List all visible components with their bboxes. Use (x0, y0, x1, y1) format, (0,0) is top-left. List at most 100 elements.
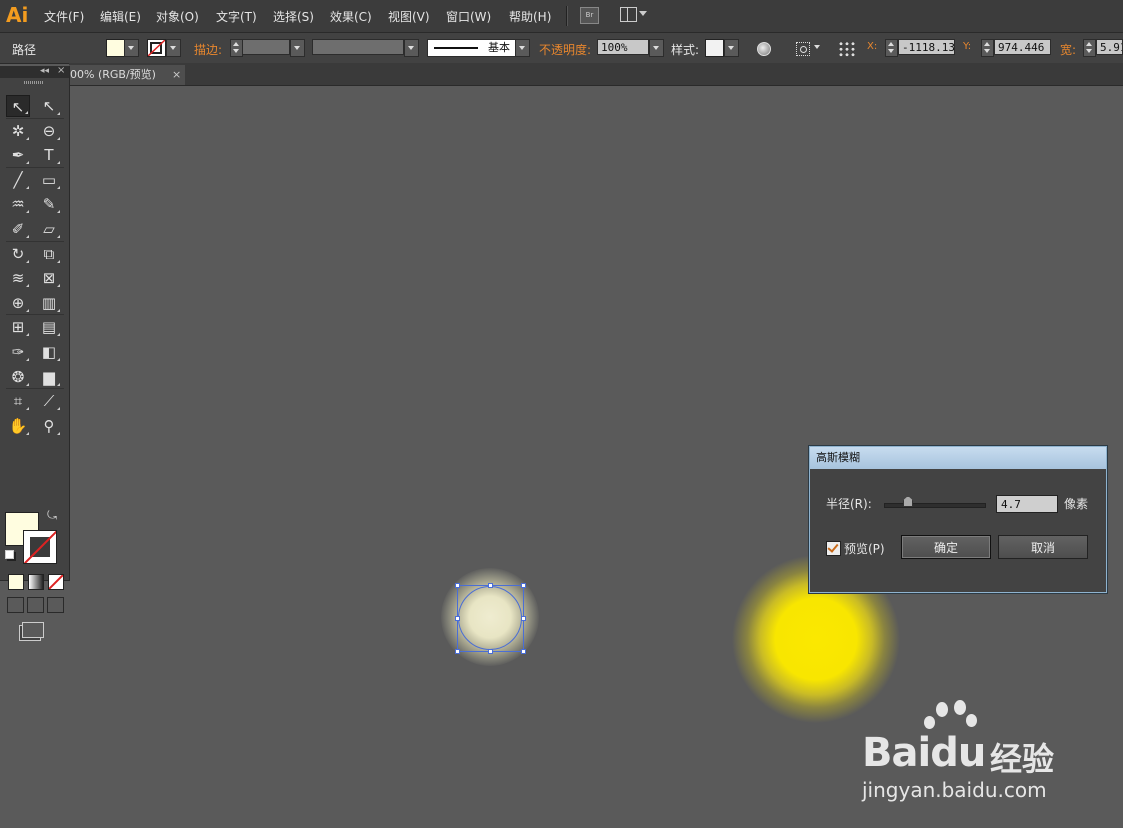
type-tool[interactable]: T (37, 144, 61, 166)
selection-bounding-box[interactable] (457, 585, 524, 652)
radius-slider-track[interactable] (884, 503, 986, 508)
close-icon[interactable]: × (172, 65, 181, 85)
resize-handle-bottom-left[interactable] (455, 649, 460, 654)
menu-window[interactable]: 窗口(W) (446, 8, 491, 25)
brush-definition-field[interactable]: 基本 (427, 39, 517, 57)
dialog-title-bar[interactable]: 高斯模糊 (810, 447, 1106, 469)
blob-brush-tool[interactable]: ✐ (6, 218, 30, 240)
close-icon[interactable]: × (57, 65, 65, 76)
opacity-dropdown[interactable] (649, 39, 664, 57)
recolor-artwork-icon[interactable] (757, 42, 771, 56)
selection-tool[interactable]: ↖ (6, 95, 30, 117)
ok-button[interactable]: 确定 (901, 535, 991, 559)
menu-view[interactable]: 视图(V) (388, 8, 430, 25)
stroke-color-swatch[interactable] (23, 530, 57, 564)
swap-fill-stroke-icon[interactable]: ⤿ (47, 508, 57, 523)
screen-mode-icon[interactable] (22, 622, 44, 638)
arrange-documents-button[interactable] (620, 7, 648, 22)
mesh-tool[interactable]: ⊞ (6, 316, 30, 338)
stroke-weight-dropdown[interactable] (290, 39, 305, 57)
free-transform-tool[interactable]: ⊠ (37, 267, 61, 289)
scale-tool[interactable]: ⧉ (37, 243, 61, 265)
column-graph-tool[interactable]: ▆ (37, 366, 61, 388)
width-spinner[interactable] (1083, 39, 1096, 57)
pencil-icon: ✎ (42, 195, 56, 214)
variable-width-profile[interactable] (312, 39, 404, 55)
resize-handle-top-right[interactable] (521, 583, 526, 588)
draw-behind-button[interactable] (27, 597, 44, 613)
menu-help[interactable]: 帮助(H) (509, 8, 551, 25)
color-mode-button[interactable] (8, 574, 24, 590)
slice-tool[interactable]: ⟋ (37, 390, 61, 412)
symbol-sprayer-tool[interactable]: ❂ (6, 366, 30, 388)
rectangle-tool[interactable]: ▭ (37, 169, 61, 191)
graphic-style-swatch[interactable] (705, 39, 724, 57)
stroke-weight-field[interactable] (242, 39, 290, 55)
eyedropper-tool[interactable]: ✑ (6, 341, 30, 363)
reference-point-icon[interactable] (838, 41, 856, 57)
magic-wand-tool[interactable]: ✲ (6, 120, 30, 142)
align-to-icon[interactable] (796, 42, 810, 56)
eraser-tool[interactable]: ▱ (37, 218, 61, 240)
opacity-field[interactable]: 100% (597, 39, 649, 55)
bridge-button[interactable]: Br (580, 7, 599, 24)
x-field[interactable]: -1118.138 (898, 39, 955, 55)
preview-checkbox[interactable] (826, 541, 841, 556)
graphic-style-dropdown[interactable] (724, 39, 739, 57)
menu-effect[interactable]: 效果(C) (330, 8, 372, 25)
shape-builder-tool[interactable]: ⊕ (6, 292, 30, 314)
menu-select[interactable]: 选择(S) (273, 8, 314, 25)
stroke-dropdown[interactable] (166, 39, 181, 57)
warp-tool[interactable]: ≋ (6, 267, 30, 289)
rotate-icon: ↻ (11, 244, 25, 263)
resize-handle-bottom[interactable] (488, 649, 493, 654)
gradient-tool[interactable]: ▤ (37, 316, 61, 338)
watermark-brand: Baidu (862, 730, 986, 776)
hand-tool[interactable]: ✋ (6, 415, 30, 437)
align-to-dropdown[interactable] (811, 39, 824, 55)
direct-selection-tool[interactable]: ↖ (37, 95, 61, 117)
resize-handle-left[interactable] (455, 616, 460, 621)
menu-object[interactable]: 对象(O) (156, 8, 199, 25)
lasso-tool[interactable]: ⊖ (37, 120, 61, 142)
opacity-label[interactable]: 不透明度: (539, 41, 591, 58)
artboard-tool[interactable]: ⌗ (6, 390, 30, 412)
radius-input[interactable]: 4.7 (996, 495, 1058, 513)
menu-edit[interactable]: 编辑(E) (100, 8, 141, 25)
stroke-label[interactable]: 描边: (194, 41, 222, 58)
document-tab[interactable]: 00% (RGB/预览) × (69, 65, 185, 85)
menu-type[interactable]: 文字(T) (216, 8, 257, 25)
width-label: 宽: (1060, 43, 1077, 57)
stroke-swatch[interactable] (147, 39, 166, 57)
rotate-tool[interactable]: ↻ (6, 243, 30, 265)
variable-width-dropdown[interactable] (404, 39, 419, 57)
resize-handle-top-left[interactable] (455, 583, 460, 588)
draw-inside-button[interactable] (47, 597, 64, 613)
preview-label[interactable]: 预览(P) (844, 540, 885, 557)
brush-definition-dropdown[interactable] (515, 39, 530, 57)
fill-swatch[interactable] (106, 39, 125, 57)
perspective-grid-tool[interactable]: ▥ (37, 292, 61, 314)
cancel-button[interactable]: 取消 (998, 535, 1088, 559)
collapse-icon[interactable]: ◂◂ (40, 66, 49, 76)
draw-normal-button[interactable] (7, 597, 24, 613)
panel-grip[interactable] (24, 81, 44, 84)
resize-handle-top[interactable] (488, 583, 493, 588)
menu-file[interactable]: 文件(F) (44, 8, 84, 25)
paintbrush-tool[interactable]: ♒ (6, 193, 30, 215)
y-field[interactable]: 974.446 r (994, 39, 1051, 55)
fill-dropdown[interactable] (124, 39, 139, 57)
blend-tool[interactable]: ◧ (37, 341, 61, 363)
gradient-mode-button[interactable] (28, 574, 44, 590)
pen-tool[interactable]: ✒ (6, 144, 30, 166)
width-field[interactable]: 5.91 (1096, 39, 1123, 55)
line-tool[interactable]: ╱ (6, 169, 30, 191)
zoom-tool[interactable]: ⚲ (37, 415, 61, 437)
pencil-tool[interactable]: ✎ (37, 193, 61, 215)
none-mode-button[interactable] (48, 574, 64, 590)
resize-handle-right[interactable] (521, 616, 526, 621)
y-spinner[interactable] (981, 39, 994, 57)
resize-handle-bottom-right[interactable] (521, 649, 526, 654)
default-colors-icon[interactable] (5, 550, 14, 559)
x-spinner[interactable] (885, 39, 898, 57)
